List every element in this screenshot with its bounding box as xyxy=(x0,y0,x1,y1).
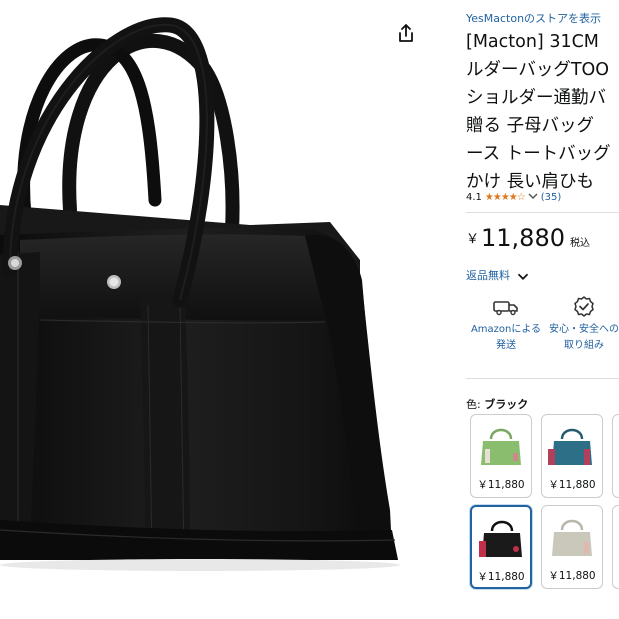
color-swatch[interactable]: ￥11,880 xyxy=(541,505,603,589)
feature-fulfilled-by-amazon[interactable]: Amazonによる 発送 xyxy=(466,292,546,354)
chevron-down-icon xyxy=(517,273,528,280)
swatch-price: ￥11,880 xyxy=(548,479,596,491)
product-title-line: ース トートバッグ xyxy=(466,144,611,164)
swatch-price: ￥11,880 xyxy=(477,479,525,491)
color-swatch[interactable] xyxy=(612,414,619,498)
color-swatch-selected[interactable]: ￥11,880 xyxy=(470,505,532,589)
price-tax-label: 税込 xyxy=(570,238,590,249)
store-link[interactable]: YesMactonのストアを表示 xyxy=(466,10,601,26)
swatch-price: ￥11,880 xyxy=(477,571,525,583)
rating-count-link[interactable]: (35) xyxy=(541,192,562,203)
feature-label: 発送 xyxy=(496,340,516,351)
color-label: 色: ブラック xyxy=(466,396,528,412)
feature-label: Amazonによる xyxy=(470,324,542,335)
divider xyxy=(466,212,619,213)
color-swatch[interactable] xyxy=(612,505,619,589)
star-rating-icon: ★★★★☆ xyxy=(484,192,526,203)
color-swatch[interactable]: ￥11,880 xyxy=(470,414,532,498)
product-title-line: ルダーバッグTOO xyxy=(466,60,610,80)
product-title-line: 贈る 子母バッグ xyxy=(466,116,595,136)
black-bag-thumbnail xyxy=(479,520,522,557)
product-main-image[interactable] xyxy=(0,0,430,619)
green-bag-thumbnail xyxy=(481,428,521,465)
delivery-truck-icon xyxy=(466,292,546,322)
free-returns-link[interactable]: 返品無料 xyxy=(466,267,529,283)
product-title-line: ショルダー通勤バ xyxy=(466,88,606,108)
beige-bag-thumbnail xyxy=(552,519,592,556)
product-title: [Macton] 31CM ルダーバッグTOO ショルダー通勤バ 贈る 子母バッ… xyxy=(466,28,619,196)
price: ￥ 11,880 税込 xyxy=(466,222,590,254)
color-label-prefix: 色: xyxy=(466,398,481,411)
chevron-down-icon[interactable] xyxy=(528,192,538,203)
selected-color-name: ブラック xyxy=(484,398,529,411)
black-tote-bag-photo xyxy=(0,17,400,571)
rating-value: 4.1 xyxy=(466,192,482,203)
safety-badge-icon xyxy=(544,292,619,322)
rating-row[interactable]: 4.1 ★★★★☆ (35) xyxy=(466,192,561,203)
teal-bag-thumbnail xyxy=(548,428,592,465)
feature-label: 取り組み xyxy=(564,340,604,351)
price-symbol: ￥ xyxy=(466,232,480,247)
product-info-panel: YesMactonのストアを表示 [Macton] 31CM ルダーバッグTOO… xyxy=(466,0,619,619)
free-returns-label: 返品無料 xyxy=(466,269,510,282)
price-amount: 11,880 xyxy=(481,224,565,252)
share-icon[interactable] xyxy=(395,22,417,44)
feature-label: 安心・安全への xyxy=(549,324,619,335)
color-swatch[interactable]: ￥11,880 xyxy=(541,414,603,498)
swatch-price: ￥11,880 xyxy=(548,570,596,582)
divider xyxy=(466,378,619,379)
feature-safety[interactable]: 安心・安全への 取り組み xyxy=(544,292,619,354)
product-title-line: [Macton] 31CM xyxy=(466,32,599,52)
